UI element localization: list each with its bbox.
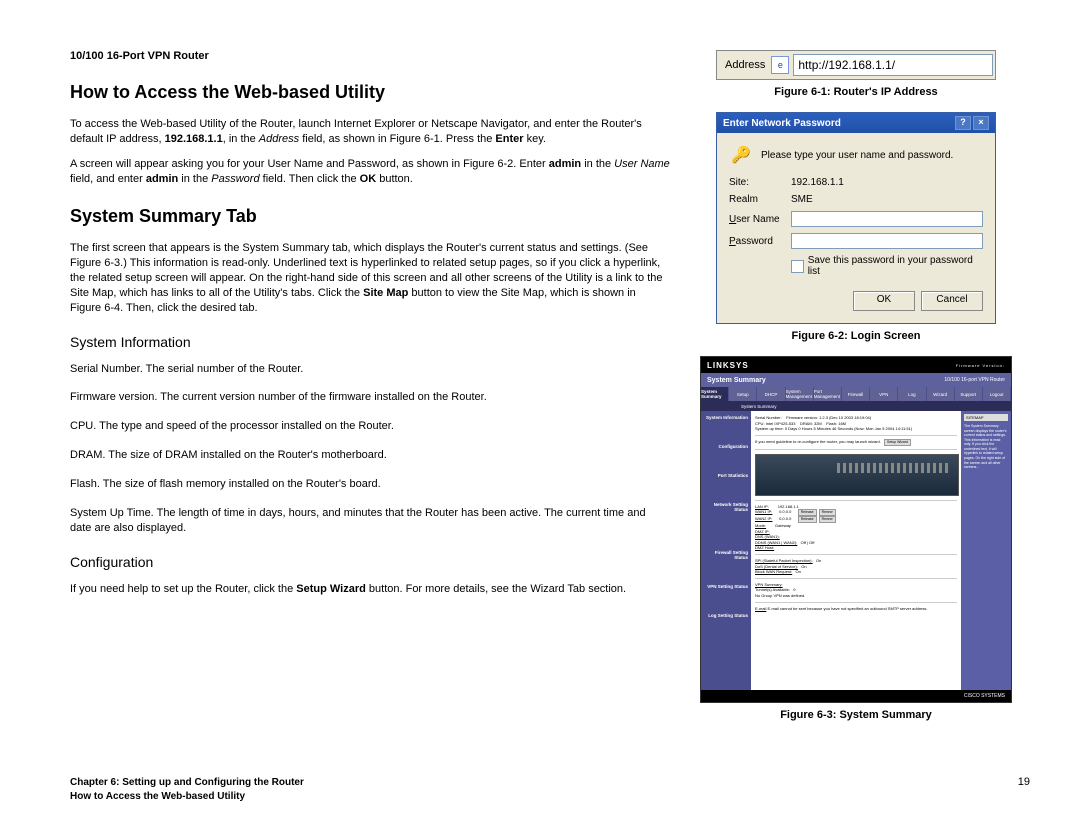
summary-content: Serial Number: Firmware version: 1.2.3 (…: [751, 411, 961, 702]
item-cpu: CPU. The type and speed of the processor…: [70, 419, 670, 434]
page-title: System Summary: [707, 377, 766, 384]
password-label: Password: [729, 236, 791, 247]
username-label: User Name: [729, 214, 791, 225]
para-access-2: A screen will appear asking you for your…: [70, 157, 670, 187]
item-serial: Serial Number. The serial number of the …: [70, 362, 670, 377]
help-sidebar: SITEMAP The System Summary screen displa…: [961, 411, 1011, 702]
address-label: Address: [717, 59, 771, 71]
cisco-logo: CISCO SYSTEMS: [964, 693, 1005, 699]
site-label: Site:: [729, 177, 791, 188]
sub-tab: System Summary: [701, 401, 1011, 411]
sitemap-button[interactable]: SITEMAP: [964, 414, 1008, 421]
ie-page-icon: e: [771, 56, 789, 74]
footer-chapter: Chapter 6: Setting up and Configuring th…: [70, 776, 304, 790]
dialog-prompt: Please type your user name and password.: [761, 150, 953, 161]
tab-port-management[interactable]: Port Management: [814, 387, 842, 401]
section-labels: System Information Configuration Port St…: [701, 411, 751, 702]
realm-value: SME: [791, 194, 983, 205]
figure-1-address-bar: Address e http://192.168.1.1/: [716, 50, 996, 80]
footer-subtitle: How to Access the Web-based Utility: [70, 790, 304, 804]
page-number: 19: [1018, 776, 1030, 804]
cancel-button[interactable]: Cancel: [921, 291, 983, 311]
tab-vpn[interactable]: VPN: [870, 387, 898, 401]
figure-2-caption: Figure 6-2: Login Screen: [792, 330, 921, 342]
setup-wizard-button[interactable]: Setup Wizard: [884, 439, 911, 446]
brand-logo: LINKSYS: [707, 361, 749, 370]
heading-access: How to Access the Web-based Utility: [70, 82, 670, 103]
key-icon: 🔑: [729, 143, 753, 167]
tab-support[interactable]: Support: [955, 387, 983, 401]
router-image: [755, 454, 959, 496]
item-dram: DRAM. The size of DRAM installed on the …: [70, 448, 670, 463]
firmware-version-label: Firmware Version:: [956, 363, 1005, 368]
model-title: 10/100 16-port VPN Router: [944, 377, 1005, 383]
save-password-label: Save this password in your password list: [808, 255, 983, 277]
site-value: 192.168.1.1: [791, 177, 983, 188]
para-config: If you need help to set up the Router, c…: [70, 582, 670, 597]
tab-wizard[interactable]: Wizard: [927, 387, 955, 401]
tab-logout[interactable]: Logout: [983, 387, 1011, 401]
address-input[interactable]: http://192.168.1.1/: [793, 54, 993, 76]
para-access-1: To access the Web-based Utility of the R…: [70, 117, 670, 147]
product-header: 10/100 16-Port VPN Router: [70, 50, 670, 62]
close-button[interactable]: ×: [973, 116, 989, 130]
tab-log[interactable]: Log: [898, 387, 926, 401]
item-flash: Flash. The size of flash memory installe…: [70, 477, 670, 492]
figure-3-caption: Figure 6-3: System Summary: [780, 709, 932, 721]
main-tabs: System Summary Setup DHCP System Managem…: [701, 387, 1011, 401]
para-summary-1: The first screen that appears is the Sys…: [70, 241, 670, 315]
ok-button[interactable]: OK: [853, 291, 915, 311]
figure-3-system-summary: LINKSYS Firmware Version: System Summary…: [700, 356, 1012, 703]
password-input[interactable]: [791, 233, 983, 249]
release-button[interactable]: Release: [798, 509, 817, 516]
item-uptime: System Up Time. The length of time in da…: [70, 506, 670, 536]
figure-2-login-dialog: Enter Network Password ? × 🔑 Please type…: [716, 112, 996, 324]
save-password-checkbox[interactable]: [791, 260, 804, 273]
tab-system-management[interactable]: System Management: [786, 387, 814, 401]
tab-dhcp[interactable]: DHCP: [757, 387, 785, 401]
dialog-title: Enter Network Password: [723, 118, 841, 129]
item-firmware: Firmware version. The current version nu…: [70, 390, 670, 405]
renew-button[interactable]: Renew: [819, 509, 836, 516]
tab-system-summary[interactable]: System Summary: [701, 387, 729, 401]
tab-setup[interactable]: Setup: [729, 387, 757, 401]
subhead-config: Configuration: [70, 554, 670, 570]
realm-label: Realm: [729, 194, 791, 205]
heading-summary: System Summary Tab: [70, 206, 670, 227]
username-input[interactable]: [791, 211, 983, 227]
subhead-sysinfo: System Information: [70, 334, 670, 350]
help-button[interactable]: ?: [955, 116, 971, 130]
tab-firewall[interactable]: Firewall: [842, 387, 870, 401]
figure-1-caption: Figure 6-1: Router's IP Address: [774, 86, 937, 98]
